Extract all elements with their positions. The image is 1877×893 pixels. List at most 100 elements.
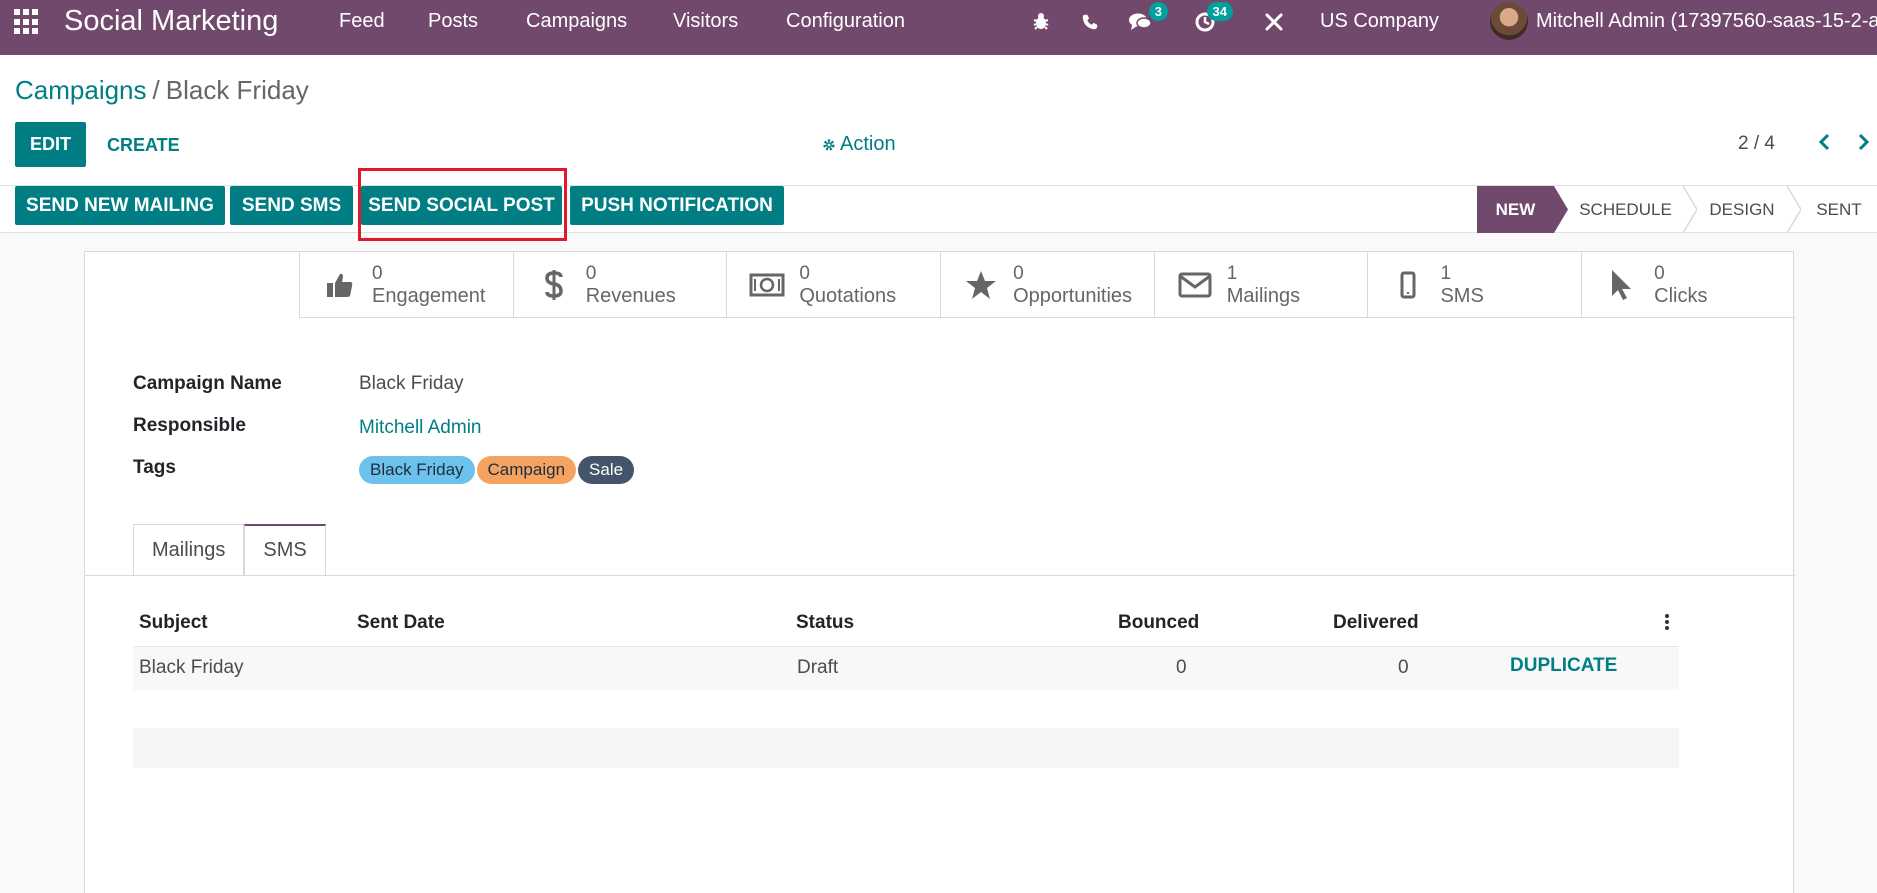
stage-sent[interactable]: SENT [1801,186,1877,233]
chevron-left-icon [1818,133,1830,151]
mailings-smart-button[interactable]: 1 Mailings [1153,252,1368,318]
tag-campaign[interactable]: Campaign [476,456,577,484]
stage-schedule[interactable]: SCHEDULE [1568,186,1683,233]
apps-menu-icon[interactable] [14,9,40,35]
opportunities-value: 0 [1013,263,1024,284]
empty-row [133,728,1679,768]
column-header-bounced[interactable]: Bounced [1118,612,1199,634]
revenues-smart-button[interactable]: 0 Revenues [512,252,727,318]
star-icon [963,267,999,303]
breadcrumb-current: Black Friday [165,75,309,105]
tag-black-friday[interactable]: Black Friday [359,456,475,484]
quotations-smart-button[interactable]: 0 Quotations [726,252,940,318]
cell-bounced: 0 [1176,657,1187,678]
pager-next-button[interactable] [1849,127,1877,157]
notebook-tabs: Mailings SMS [133,524,326,577]
user-menu[interactable]: Mitchell Admin (17397560-saas-15-2-al [1536,10,1877,33]
edit-button[interactable]: EDIT [15,122,86,167]
highlight-box [358,168,567,241]
tags-field: Black Friday Campaign Sale [359,456,636,484]
stage-design[interactable]: DESIGN [1697,186,1787,233]
dollar-icon [536,267,572,303]
column-header-status[interactable]: Status [796,612,854,634]
sms-label: SMS [1440,285,1484,307]
send-sms-button[interactable]: SEND SMS [230,186,353,225]
table-row[interactable]: Black Friday Draft 0 0 DUPLICATE [133,646,1679,690]
cell-status: Draft [797,657,839,678]
breadcrumb-campaigns-link[interactable]: Campaigns [15,75,147,105]
chevron-right-icon [1858,133,1870,151]
campaign-name-value: Black Friday [359,373,464,394]
avatar[interactable] [1490,2,1528,40]
column-header-delivered[interactable]: Delivered [1333,612,1419,634]
money-icon [749,267,785,303]
pager-value[interactable]: 2 / 4 [1738,133,1775,155]
phone-icon[interactable] [1076,8,1104,36]
menu-item-configuration[interactable]: Configuration [786,10,905,33]
cell-delivered: 0 [1398,657,1409,678]
thumbs-up-icon [322,267,358,303]
activities-badge: 34 [1206,2,1233,21]
pager-previous-button[interactable] [1809,127,1839,157]
control-panel: Campaigns / Black Friday EDIT CREATE Actio… [0,55,1877,186]
engagement-smart-button[interactable]: 0 Engagement [299,252,513,318]
mailings-value: 1 [1226,263,1238,284]
tools-icon[interactable] [1260,8,1288,36]
duplicate-button[interactable]: DUPLICATE [1510,655,1617,677]
quotations-label: Quotations [799,285,897,307]
activities-icon[interactable]: 34 [1191,2,1233,36]
mailings-label: Mailings [1226,285,1301,307]
app-name[interactable]: Social Marketing [64,5,278,38]
menu-item-campaigns[interactable]: Campaigns [526,10,627,33]
clicks-label: Clicks [1654,285,1708,307]
sms-value: 1 [1440,263,1452,284]
stage-separator [1787,186,1801,233]
tags-label: Tags [133,457,176,478]
responsible-link[interactable]: Mitchell Admin [359,417,482,439]
stage-separator [1683,186,1697,233]
send-new-mailing-button[interactable]: SEND NEW MAILING [15,186,225,225]
pointer-icon [1604,267,1640,303]
opportunities-label: Opportunities [1013,285,1133,307]
cell-subject: Black Friday [139,657,244,678]
tab-sms[interactable]: SMS [244,524,326,575]
revenues-label: Revenues [585,285,676,307]
stage-new[interactable]: NEW [1477,186,1554,233]
menu-item-visitors[interactable]: Visitors [673,10,738,33]
opportunities-smart-button[interactable]: 0 Opportunities [940,252,1154,318]
bug-icon[interactable] [1027,8,1055,36]
tab-mailings[interactable]: Mailings [133,524,245,575]
sms-smart-button[interactable]: 1 SMS [1367,252,1581,318]
gear-icon [823,138,835,151]
quotations-value: 0 [799,263,810,284]
top-navbar: Social Marketing Feed Posts Campaigns Vi… [0,0,1877,55]
clicks-value: 0 [1654,263,1665,284]
messages-badge: 3 [1148,2,1168,21]
menu-item-posts[interactable]: Posts [428,10,478,33]
create-button[interactable]: CREATE [107,135,180,156]
company-switcher[interactable]: US Company [1320,10,1439,33]
status-bar: SEND NEW MAILING SEND SMS SEND SOCIAL PO… [0,186,1877,233]
messages-icon[interactable]: 3 [1126,2,1168,36]
tab-divider [85,575,1795,576]
optional-columns-icon[interactable] [1665,614,1669,632]
engagement-label: Engagement [372,285,486,307]
revenues-value: 0 [585,263,597,284]
column-header-subject[interactable]: Subject [139,612,208,634]
envelope-icon [1177,267,1213,303]
tag-sale[interactable]: Sale [578,456,635,484]
responsible-label: Responsible [133,415,246,436]
clicks-smart-button[interactable]: 0 Clicks [1581,252,1795,318]
engagement-value: 0 [372,263,383,284]
smart-button-box: 0 Engagement 0 Revenues 0 Quotations 0 Oppor… [299,252,1795,318]
action-dropdown[interactable]: Action [822,133,896,156]
column-header-sent-date[interactable]: Sent Date [357,612,445,634]
campaign-name-label: Campaign Name [133,373,282,394]
action-label: Action [840,133,896,155]
breadcrumb-separator: / [152,75,160,105]
form-sheet: 0 Engagement 0 Revenues 0 Quotations 0 Oppor… [84,251,1795,893]
menu-item-feed[interactable]: Feed [339,10,385,33]
breadcrumb: Campaigns / Black Friday [15,75,309,106]
push-notification-button[interactable]: PUSH NOTIFICATION [570,186,784,225]
mobile-icon [1390,267,1426,303]
